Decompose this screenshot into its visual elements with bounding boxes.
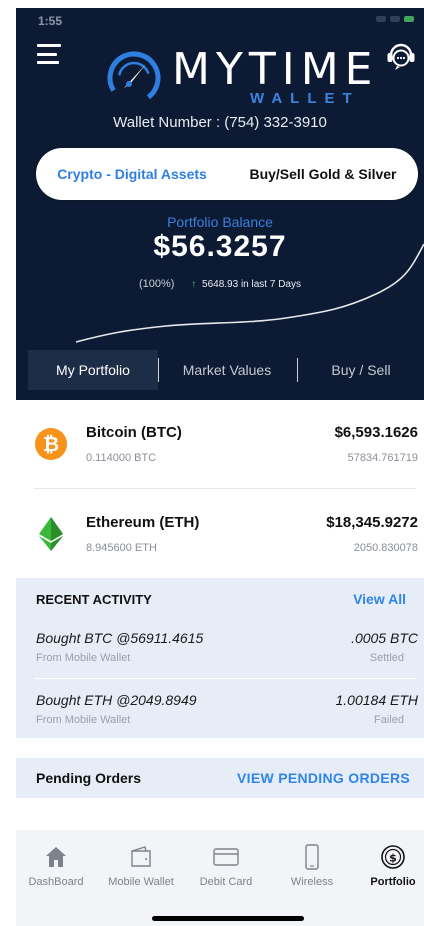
pending-orders-title: Pending Orders [36,770,142,786]
logo-subtitle: WALLET [250,90,360,107]
activity-description: Bought BTC @56911.4615 [36,630,204,646]
hamburger-menu-icon[interactable] [37,44,61,64]
list-item-ethereum[interactable]: Ethereum (ETH) 8.945600 ETH $18,345.9272… [16,490,424,576]
home-indicator [152,916,304,921]
app-screen: 1:55 MYTIME WALLET Wallet Number: (754)… [16,8,424,926]
wifi-icon [390,16,400,22]
pending-orders-bar: Pending Orders VIEW PENDING ORDERS [16,758,424,798]
status-time: 1:55 [38,14,63,28]
activity-amount: 1.00184 ETH [335,692,419,708]
nav-label: Wireless [290,876,334,888]
nav-debit-card[interactable]: Debit Card [186,830,266,900]
tab-market-values[interactable]: Market Values [158,350,296,390]
logo-title: MYTIME [172,44,379,95]
nav-label: Portfolio [370,876,416,888]
dollar-circle-icon: $ [381,845,405,869]
battery-icon [404,16,414,22]
ethereum-icon [39,517,63,551]
status-bar: 1:55 [16,8,424,30]
divider [34,678,416,679]
header: 1:55 MYTIME WALLET Wallet Number: (754)… [16,8,424,400]
holdings-list: ₿ Bitcoin (BTC) 0.114000 BTC $6,593.1626… [16,400,424,576]
nav-portfolio[interactable]: $ Portfolio [362,830,424,900]
activity-description: Bought ETH @2049.8949 [36,692,197,708]
nav-label: Mobile Wallet [108,876,174,888]
activity-amount: .0005 BTC [351,630,418,646]
list-item-bitcoin[interactable]: ₿ Bitcoin (BTC) 0.114000 BTC $6,593.1626… [16,400,424,489]
nav-wireless[interactable]: Wireless [272,830,352,900]
status-icons [376,16,414,22]
svg-text:$: $ [389,852,397,865]
coin-quantity: 8.945600 ETH [86,542,157,554]
activity-status: Failed [374,714,404,726]
coin-price: 57834.761719 [347,452,418,464]
bitcoin-icon: ₿ [35,428,67,460]
speedometer-logo-icon [107,51,161,105]
tab-my-portfolio[interactable]: My Portfolio [28,350,158,390]
view-pending-orders-link[interactable]: VIEW PENDING ORDERS [237,770,410,786]
divider [34,488,416,489]
segment-buy-sell-gold-silver[interactable]: Buy/Sell Gold & Silver [228,148,418,200]
card-icon [213,848,239,866]
recent-activity-title: RECENT ACTIVITY [36,592,152,607]
portfolio-balance-value: $56.3257 [153,230,287,263]
recent-activity-section: RECENT ACTIVITY View All Bought BTC @569… [16,578,424,738]
activity-source: From Mobile Wallet [36,652,131,664]
home-icon [46,847,66,867]
arrow-up-icon: ↑ [191,279,197,290]
activity-row[interactable]: Bought BTC @56911.4615 From Mobile Walle… [16,618,424,676]
phone-icon [305,844,319,870]
coin-name: Bitcoin (BTC) [86,424,182,441]
signal-icon [376,16,386,22]
recent-activity-header: RECENT ACTIVITY View All [16,578,424,618]
svg-text:₿: ₿ [43,432,59,456]
mytime-wallet-logo: MYTIME WALLET [102,40,372,116]
wallet-icon [131,846,151,867]
coin-price: 2050.830078 [353,542,418,554]
segment-crypto-digital-assets[interactable]: Crypto - Digital Assets [36,148,228,200]
support-agent-icon[interactable] [384,36,418,74]
portfolio-balance-label: Portfolio Balance [167,214,273,230]
asset-type-segmented-control: Crypto - Digital Assets Buy/Sell Gold & … [36,148,418,200]
view-all-link[interactable]: View All [353,591,406,607]
nav-label: DashBoard [28,876,84,888]
nav-dashboard[interactable]: DashBoard [16,830,96,900]
activity-source: From Mobile Wallet [36,714,131,726]
coin-value: $6,593.1626 [334,424,418,441]
nav-mobile-wallet[interactable]: Mobile Wallet [96,830,186,900]
bottom-navigation: DashBoard Mobile Wallet Debit Card Wirel… [16,830,424,926]
tab-buy-sell[interactable]: Buy / Sell [298,350,424,390]
coin-value: $18,345.9272 [326,514,418,531]
activity-row[interactable]: Bought ETH @2049.8949 From Mobile Wallet… [16,680,424,738]
wallet-number: Wallet Number : (754) 332-3910 [113,114,327,131]
activity-status: Settled [369,652,404,664]
portfolio-change: (100%) ↑ 5648.93 in last 7 Days [16,278,424,290]
coin-quantity: 0.114000 BTC [86,452,157,464]
nav-label: Debit Card [199,876,253,888]
portfolio-change-amount: 5648.93 in last 7 Days [202,279,301,290]
portfolio-percent: (100%) [139,278,175,290]
coin-name: Ethereum (ETH) [86,514,200,531]
portfolio-tabs: My Portfolio Market Values Buy / Sell [16,350,424,390]
